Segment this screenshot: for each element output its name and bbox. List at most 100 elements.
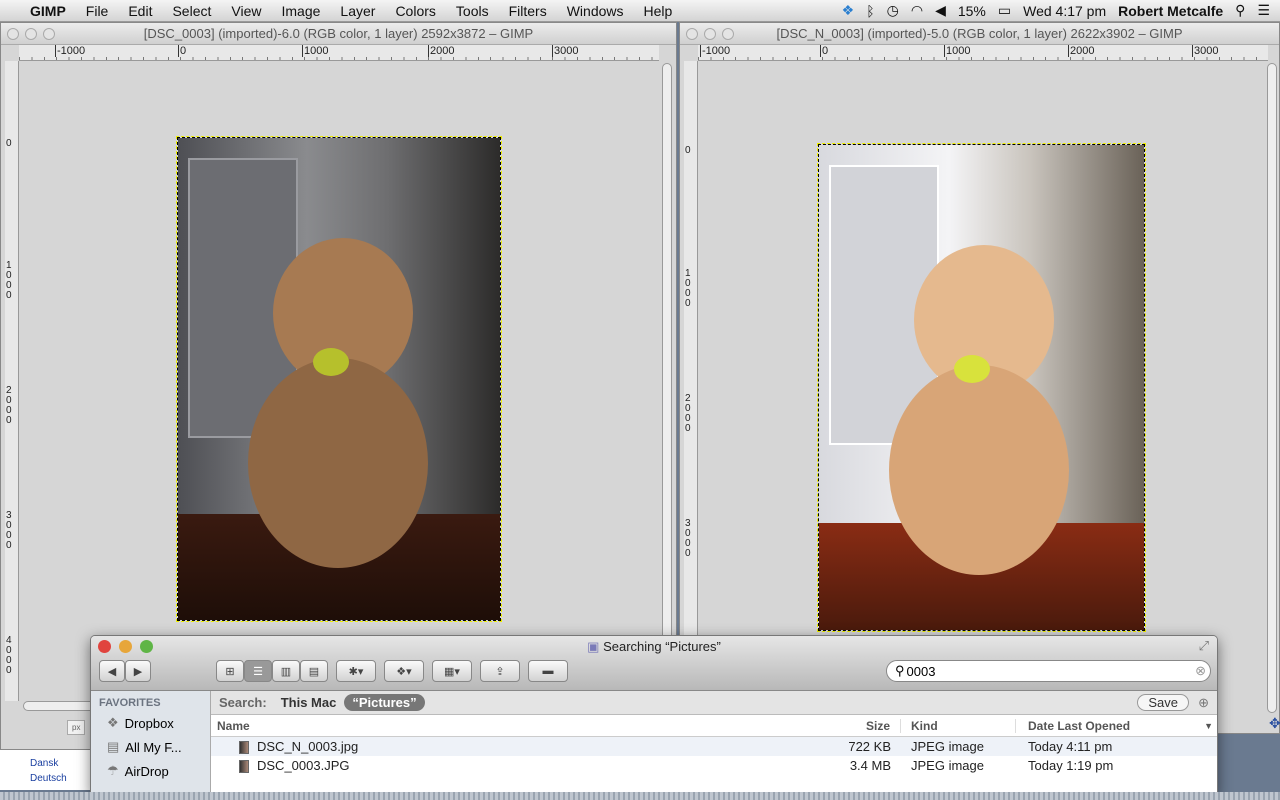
sidebar-label: AirDrop — [124, 763, 169, 779]
menu-bar: GIMP File Edit Select View Image Layer C… — [0, 0, 1280, 22]
search-field[interactable]: ⚲ 0003 ⊗ — [886, 660, 1211, 682]
minimize-button[interactable] — [25, 28, 37, 40]
ruler-label: 0 — [820, 45, 829, 57]
menu-colors[interactable]: Colors — [385, 3, 445, 19]
file-size: 3.4 MB — [849, 758, 891, 773]
title-bar[interactable]: [DSC_N_0003] (imported)-5.0 (RGB color, … — [680, 23, 1279, 45]
dropbox-menu-icon[interactable]: ❖▾ — [384, 660, 424, 682]
tags-toggle-icon[interactable]: ▬ — [528, 660, 568, 682]
menu-select[interactable]: Select — [162, 3, 221, 19]
clear-search-icon[interactable]: ⊗ — [1195, 663, 1206, 679]
forward-button[interactable]: ▶ — [125, 660, 151, 682]
ruler-label: 2000 — [6, 385, 12, 426]
ruler-label: 1000 — [6, 260, 12, 301]
column-date[interactable]: Date Last Opened — [1016, 719, 1204, 733]
scope-pictures[interactable]: “Pictures” — [344, 694, 425, 711]
notification-icon[interactable]: ☰ — [1257, 2, 1270, 19]
file-size: 722 KB — [848, 739, 891, 754]
minimize-button[interactable] — [704, 28, 716, 40]
coverflow-view-button[interactable]: ▤ — [300, 660, 328, 682]
ruler-label: 1000 — [685, 268, 691, 309]
column-name[interactable]: Name — [211, 719, 806, 733]
link-dansk[interactable]: Dansk — [30, 756, 92, 771]
battery-icon[interactable]: ▭ — [998, 2, 1011, 19]
ruler-label: -1000 — [700, 45, 731, 57]
menu-app[interactable]: GIMP — [20, 3, 76, 19]
menu-image[interactable]: Image — [271, 3, 330, 19]
ruler-label: 1000 — [944, 45, 971, 57]
wifi-icon[interactable]: ◠ — [911, 2, 923, 19]
file-row[interactable]: DSC_0003.JPG 3.4 MB JPEG image Today 1:1… — [211, 756, 1217, 775]
sort-chevron-icon[interactable]: ▼ — [1204, 721, 1217, 731]
menu-help[interactable]: Help — [634, 3, 683, 19]
zoom-button[interactable] — [43, 28, 55, 40]
sidebar-item-all-my-files[interactable]: ▤ All My F... — [91, 735, 210, 759]
fullscreen-icon[interactable]: ⤢ — [1199, 638, 1209, 654]
search-scope-bar: Search: This Mac “Pictures” Save ⊕ — [211, 691, 1217, 715]
menu-edit[interactable]: Edit — [118, 3, 162, 19]
navigate-icon[interactable]: ✥ — [1269, 715, 1280, 732]
menu-windows[interactable]: Windows — [557, 3, 634, 19]
file-list: DSC_N_0003.jpg 722 KB JPEG image Today 4… — [211, 737, 1217, 775]
ruler-label: 3000 — [6, 510, 12, 551]
ruler-label: 3000 — [552, 45, 579, 57]
close-button[interactable] — [686, 28, 698, 40]
jpeg-file-icon — [239, 741, 249, 755]
ruler-label: 2000 — [1068, 45, 1095, 57]
back-button[interactable]: ◀ — [99, 660, 125, 682]
sidebar-label: All My F... — [125, 739, 182, 755]
menu-layer[interactable]: Layer — [330, 3, 385, 19]
column-size[interactable]: Size — [806, 718, 901, 733]
file-date: Today 1:19 pm — [1028, 758, 1114, 773]
icon-view-button[interactable]: ⊞ — [216, 660, 244, 682]
dropbox-icon[interactable]: ❖ — [842, 2, 855, 19]
ruler-label: -1000 — [55, 45, 86, 57]
sidebar-item-airdrop[interactable]: ☂ AirDrop — [91, 759, 210, 783]
ruler-label: 4000 — [6, 635, 12, 676]
title-bar[interactable]: [DSC_0003] (imported)-6.0 (RGB color, 1 … — [1, 23, 676, 45]
share-icon[interactable]: ⇪ — [480, 660, 520, 682]
menu-view[interactable]: View — [221, 3, 271, 19]
image-canvas-original[interactable] — [176, 136, 502, 622]
search-icon: ⚲ — [895, 663, 905, 678]
unit-selector[interactable]: px — [67, 720, 86, 735]
jpeg-file-icon — [239, 760, 249, 774]
dropbox-icon: ❖ — [107, 715, 119, 730]
clock[interactable]: Wed 4:17 pm — [1023, 3, 1106, 19]
column-kind[interactable]: Kind — [901, 718, 1016, 733]
file-row[interactable]: DSC_N_0003.jpg 722 KB JPEG image Today 4… — [211, 737, 1217, 756]
close-button[interactable] — [7, 28, 19, 40]
file-kind: JPEG image — [911, 739, 984, 754]
vertical-scrollbar[interactable] — [662, 63, 672, 703]
ruler-label: 2000 — [428, 45, 455, 57]
battery-percent[interactable]: 15% — [958, 3, 986, 19]
window-title: [DSC_0003] (imported)-6.0 (RGB color, 1 … — [143, 26, 534, 41]
scope-this-mac[interactable]: This Mac — [281, 695, 337, 710]
volume-icon[interactable]: ◀ — [935, 2, 946, 19]
file-name: DSC_N_0003.jpg — [257, 738, 359, 754]
link-deutsch[interactable]: Deutsch — [30, 771, 92, 786]
time-machine-icon[interactable]: ◷ — [887, 2, 899, 19]
list-view-button[interactable]: ☰ — [244, 660, 272, 682]
sidebar-item-dropbox[interactable]: ❖ Dropbox — [91, 711, 210, 735]
save-search-button[interactable]: Save — [1137, 694, 1189, 711]
scope-label: Search: — [219, 695, 267, 710]
column-view-button[interactable]: ▥ — [272, 660, 300, 682]
image-canvas-edited[interactable] — [817, 143, 1146, 632]
arrange-button[interactable]: ▦▾ — [432, 660, 472, 682]
add-criteria-icon[interactable]: ⊕ — [1198, 695, 1209, 711]
spotlight-icon[interactable]: ⚲ — [1235, 2, 1245, 19]
menu-tools[interactable]: Tools — [446, 3, 499, 19]
search-value: 0003 — [906, 663, 936, 679]
menu-filters[interactable]: Filters — [499, 3, 557, 19]
bluetooth-icon[interactable]: ᛒ — [866, 3, 874, 19]
dock-strip — [0, 792, 1280, 800]
action-gear-icon[interactable]: ✱▾ — [336, 660, 376, 682]
vertical-scrollbar[interactable] — [1267, 63, 1277, 713]
ruler-label: 0 — [685, 145, 691, 156]
file-date: Today 4:11 pm — [1028, 739, 1113, 754]
ruler-label: 0 — [178, 45, 187, 57]
menu-file[interactable]: File — [76, 3, 119, 19]
zoom-button[interactable] — [722, 28, 734, 40]
user-name[interactable]: Robert Metcalfe — [1118, 3, 1223, 19]
